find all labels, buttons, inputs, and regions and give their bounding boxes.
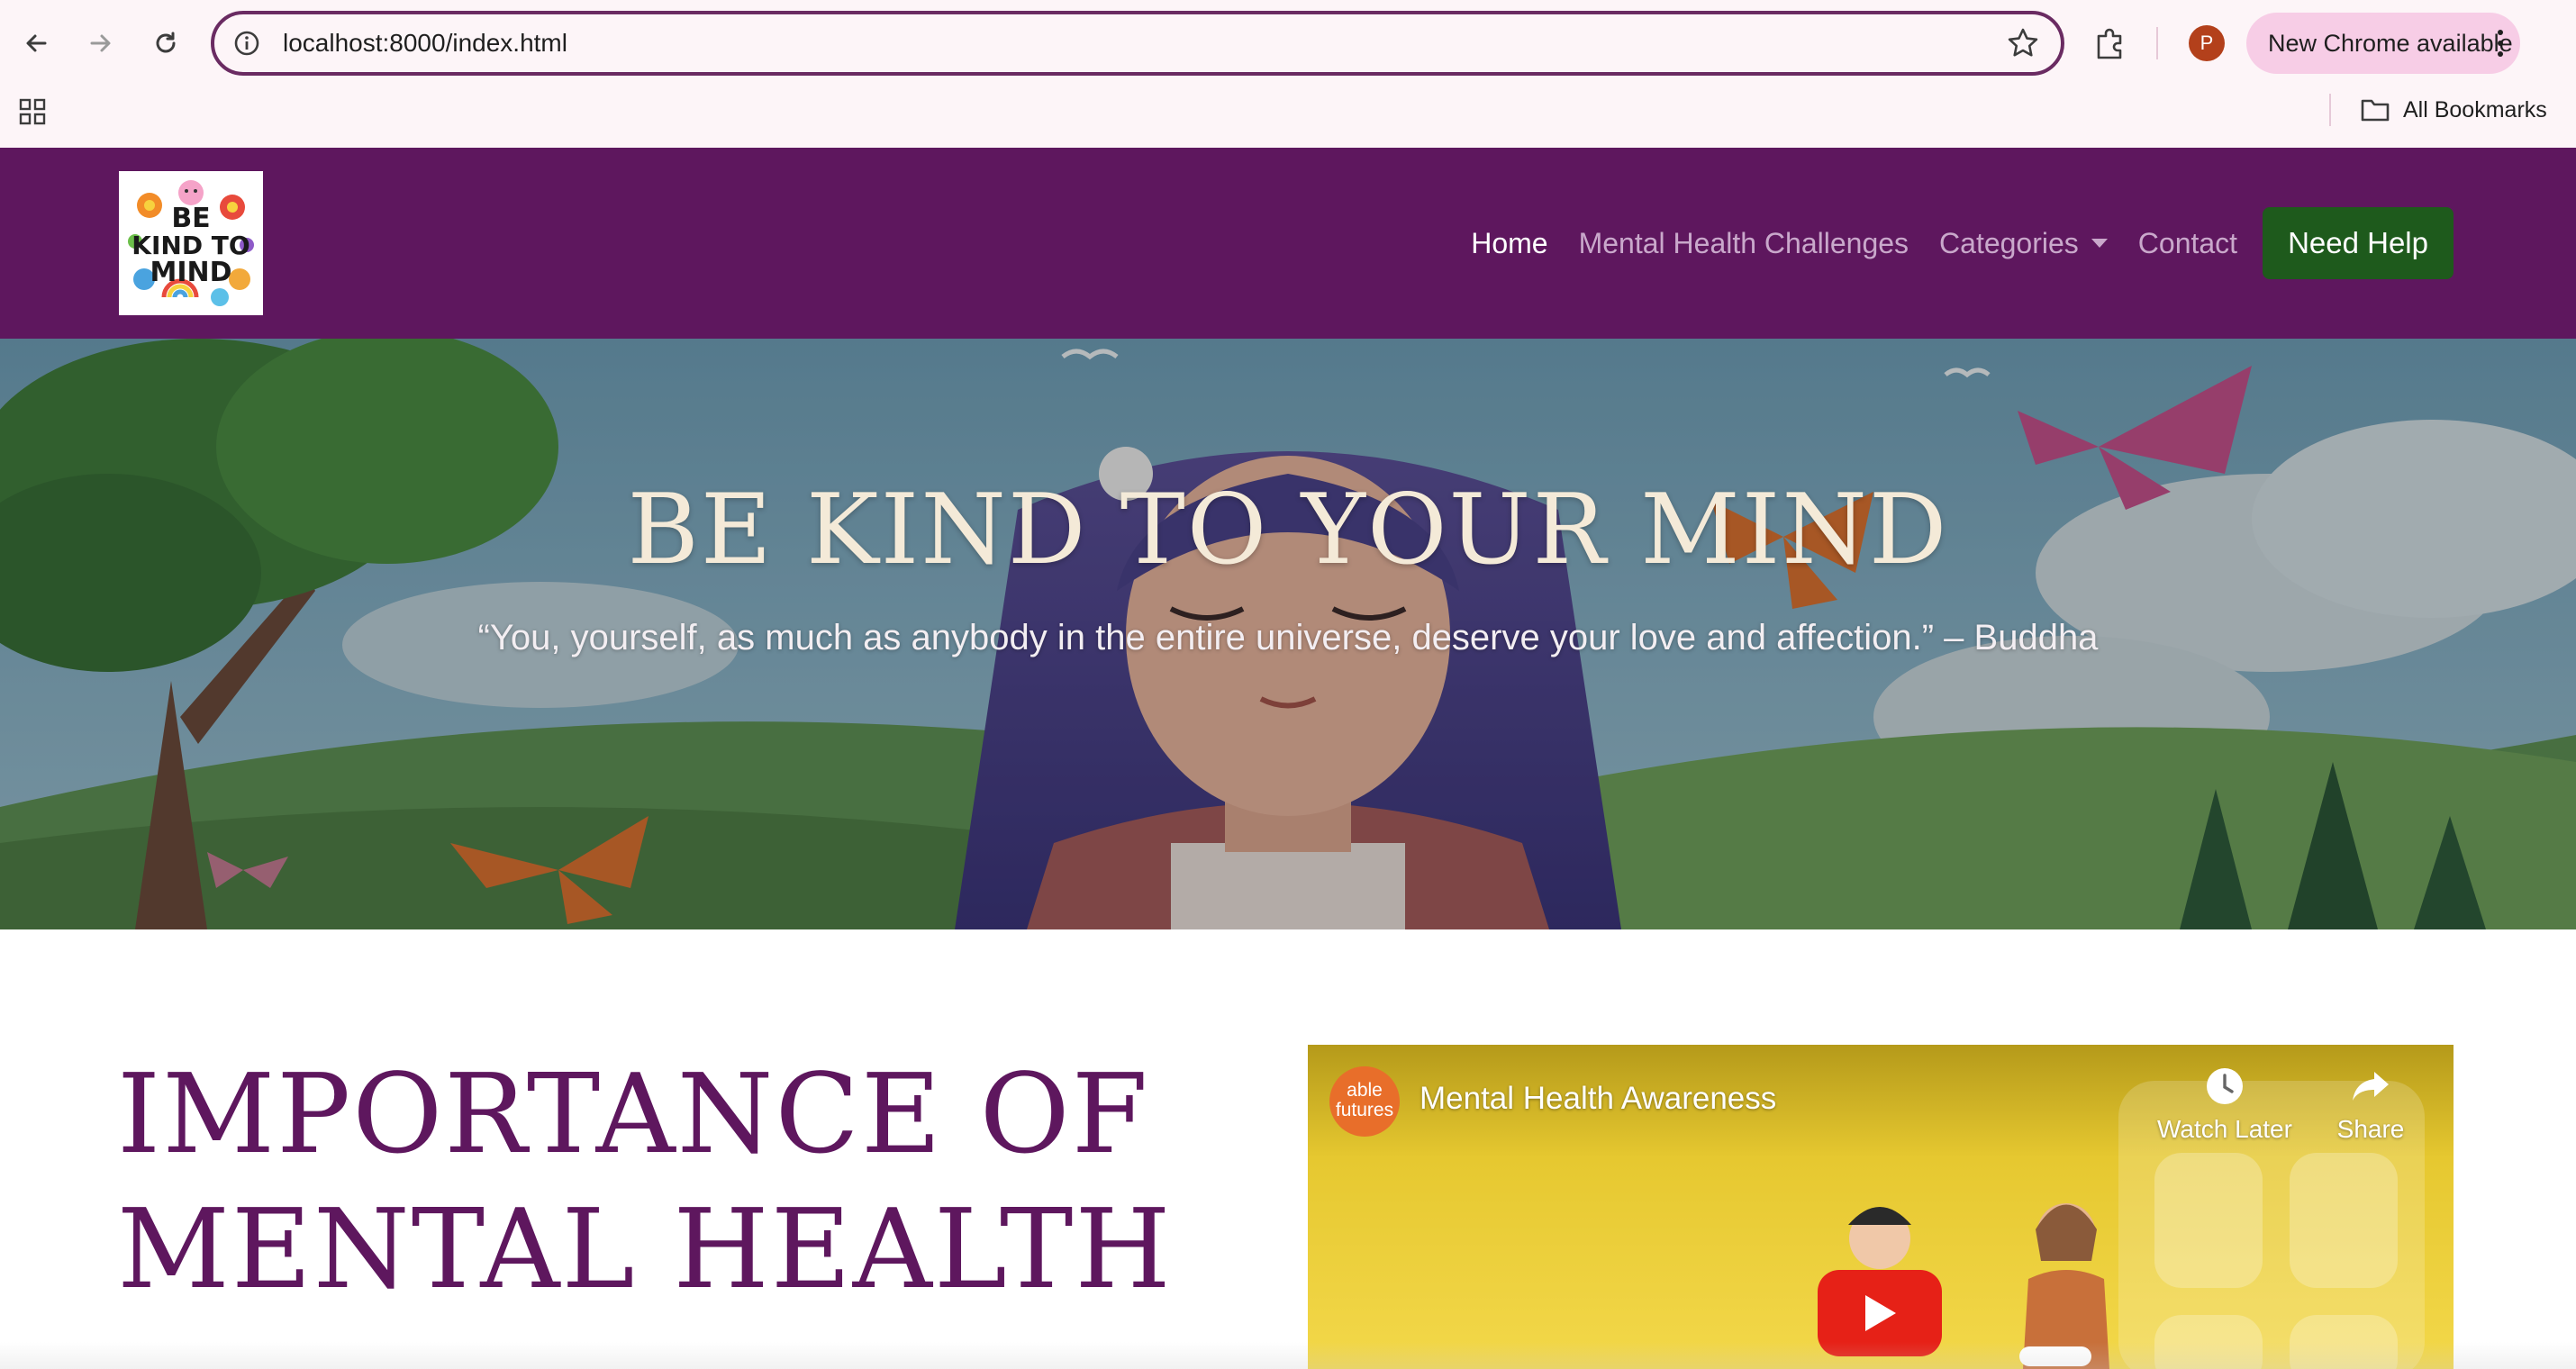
- share-button[interactable]: Share: [2299, 1066, 2443, 1144]
- bookmarks-divider: [2329, 94, 2331, 126]
- nav-categories-label: Categories: [1939, 226, 2079, 259]
- section-heading-line1: IMPORTANCE OF: [117, 1050, 1150, 1178]
- site-logo[interactable]: BE KIND TO MIND: [119, 171, 263, 315]
- address-bar[interactable]: localhost:8000/index.html: [211, 11, 2064, 76]
- channel-avatar[interactable]: able futures: [1329, 1066, 1400, 1137]
- browser-chrome: localhost:8000/index.html P New Chrome a…: [0, 0, 2576, 148]
- bookmarks-bar: [0, 86, 2576, 148]
- watch-later-label: Watch Later: [2157, 1115, 2292, 1143]
- chevron-down-icon: [2091, 239, 2108, 248]
- site-info-icon[interactable]: [231, 27, 263, 59]
- back-button[interactable]: [13, 20, 59, 67]
- hero-title: BE KIND TO YOUR MIND: [627, 474, 1949, 586]
- apps-grid-icon[interactable]: [18, 97, 47, 126]
- play-button[interactable]: [1818, 1270, 1942, 1356]
- update-label: New Chrome available: [2268, 29, 2513, 57]
- folder-icon: [2361, 99, 2390, 122]
- extensions-icon[interactable]: [2090, 23, 2129, 63]
- svg-text:BE: BE: [171, 203, 210, 234]
- embedded-video-player[interactable]: able futures Mental Health Awareness Wat…: [1308, 1045, 2454, 1369]
- channel-name-line2: futures: [1335, 1100, 1394, 1120]
- site-navbar: BE KIND TO MIND Home Mental Health Chall…: [0, 148, 2576, 339]
- url-text[interactable]: localhost:8000/index.html: [283, 27, 567, 59]
- toolbar-divider: [2156, 27, 2158, 59]
- kebab-menu-icon[interactable]: [2495, 27, 2506, 59]
- nav-links: Home Mental Health Challenges Categories…: [1471, 207, 2454, 279]
- clock-icon: [2207, 1068, 2243, 1104]
- all-bookmarks-label: All Bookmarks: [2403, 96, 2547, 122]
- nav-challenges-link[interactable]: Mental Health Challenges: [1579, 227, 1909, 260]
- all-bookmarks-button[interactable]: All Bookmarks: [2360, 94, 2547, 126]
- hero-banner: BE KIND TO YOUR MIND “You, yourself, as …: [0, 339, 2576, 929]
- browser-toolbar: localhost:8000/index.html P New Chrome a…: [0, 0, 2576, 86]
- nav-categories-dropdown[interactable]: Categories: [1939, 227, 2108, 260]
- watch-later-button[interactable]: Watch Later: [2153, 1066, 2297, 1144]
- channel-name-line1: able: [1347, 1080, 1383, 1101]
- chrome-update-button[interactable]: New Chrome available: [2246, 13, 2520, 74]
- nav-contact-link[interactable]: Contact: [2138, 227, 2237, 260]
- need-help-button[interactable]: Need Help: [2263, 207, 2454, 279]
- nav-home-link[interactable]: Home: [1471, 227, 1547, 260]
- section-heading: IMPORTANCE OF MENTAL HEALTH: [117, 1047, 1234, 1317]
- forward-button[interactable]: [77, 20, 124, 67]
- reload-button[interactable]: [142, 20, 189, 67]
- profile-avatar[interactable]: P: [2189, 25, 2225, 61]
- reload-icon: [156, 32, 176, 53]
- share-arrow-icon: [2353, 1072, 2389, 1101]
- play-icon: [1865, 1295, 1896, 1331]
- be-kind-logo-image: BE KIND TO MIND: [119, 171, 263, 315]
- svg-text:MIND: MIND: [150, 257, 231, 288]
- forward-arrow-icon: [90, 34, 111, 52]
- hero-quote: “You, yourself, as much as anybody in th…: [477, 618, 2099, 657]
- bookmark-star-icon[interactable]: [2005, 25, 2041, 61]
- section-heading-line2: MENTAL HEALTH: [117, 1185, 1173, 1313]
- video-title[interactable]: Mental Health Awareness: [1420, 1081, 1776, 1117]
- back-arrow-icon: [26, 34, 47, 52]
- share-label: Share: [2336, 1115, 2405, 1143]
